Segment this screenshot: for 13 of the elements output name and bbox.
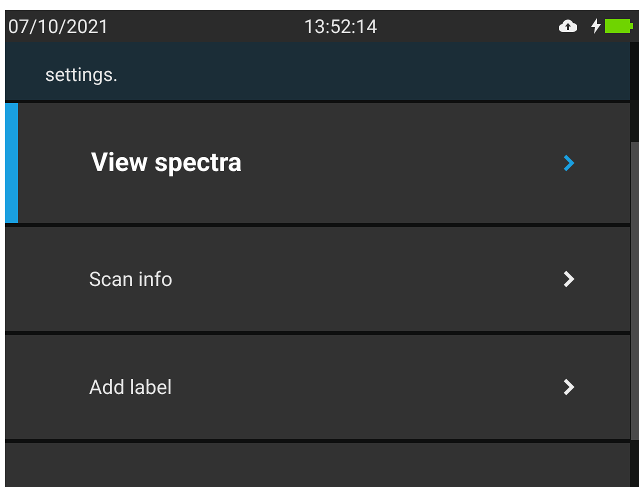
lightning-icon — [591, 18, 601, 34]
chevron-right-icon — [562, 153, 576, 173]
menu-item[interactable]: Scan info — [5, 227, 630, 331]
chevron-right-icon — [562, 269, 576, 289]
chevron-right-icon — [562, 377, 576, 397]
date: 07/10/2021 — [8, 14, 110, 38]
battery-icon — [605, 19, 633, 33]
banner-text: settings. — [45, 63, 118, 86]
menu-item[interactable]: Add label — [5, 335, 630, 439]
clock: 13:52:14 — [302, 14, 378, 38]
menu-item[interactable]: View spectra — [5, 103, 630, 223]
scrollbar[interactable] — [630, 100, 639, 487]
cloud-upload-icon — [559, 19, 577, 33]
